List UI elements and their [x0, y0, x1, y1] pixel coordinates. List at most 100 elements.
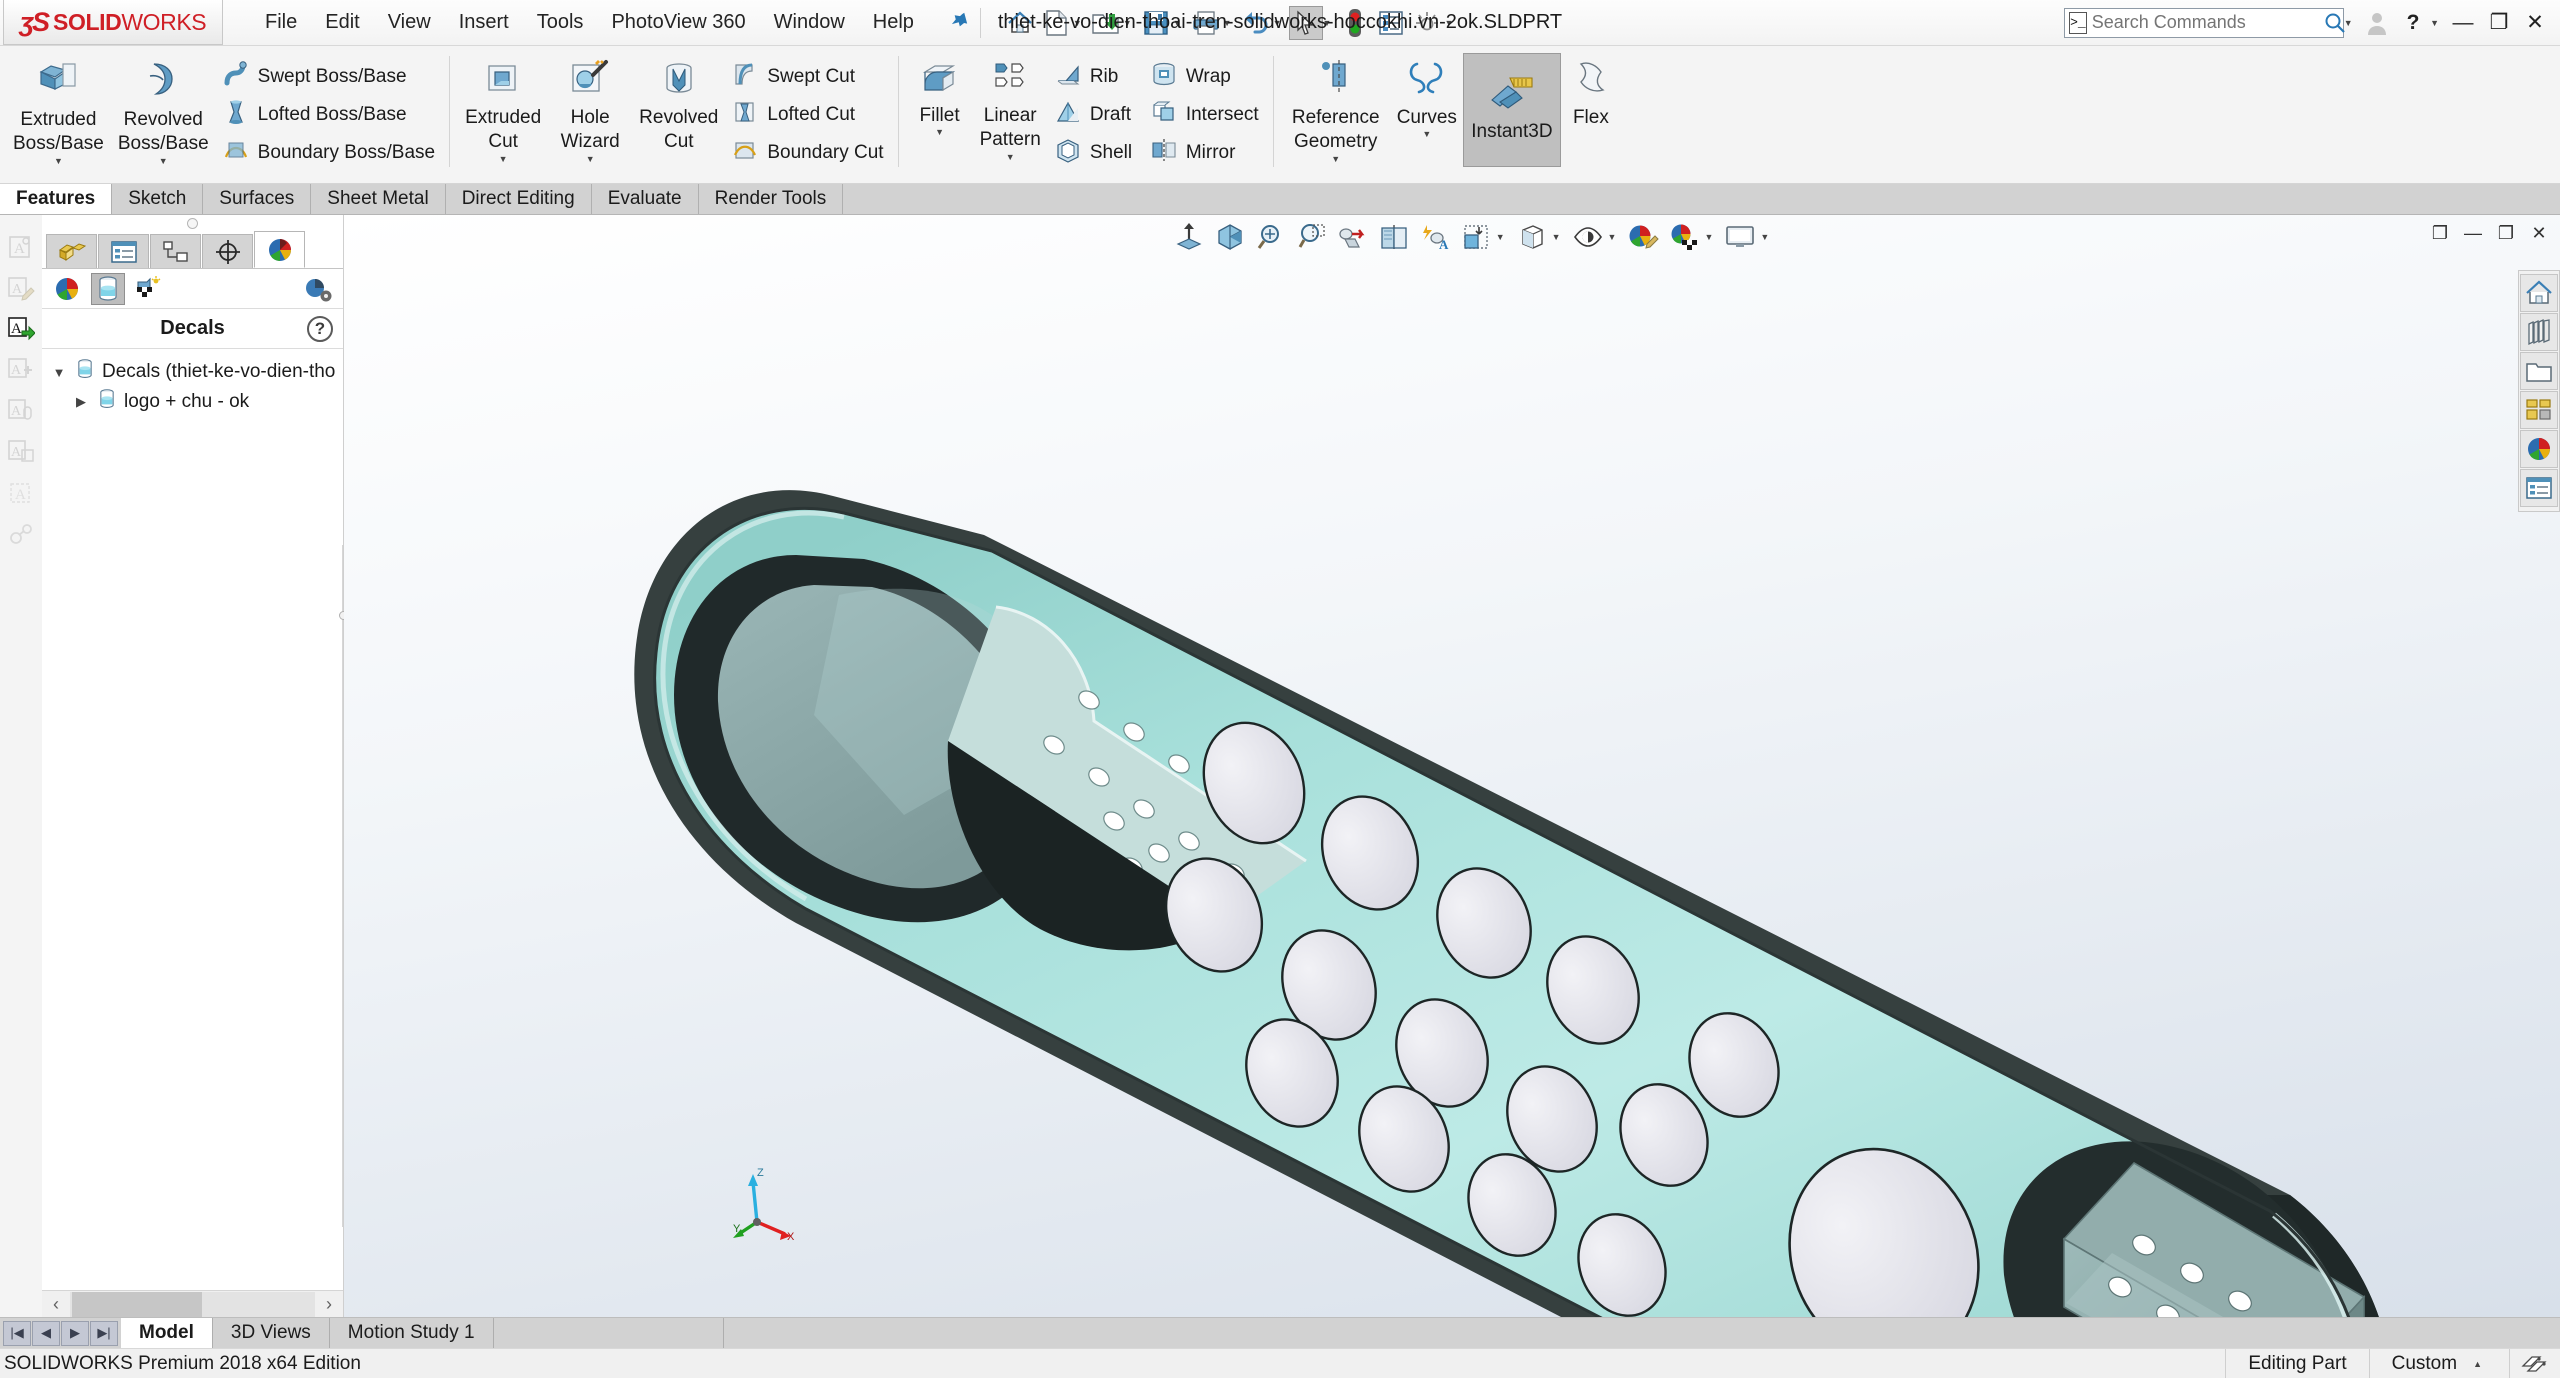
open-folder-icon[interactable]: [1089, 6, 1123, 40]
edit-appearance-icon[interactable]: [1624, 219, 1662, 255]
display-options-gear-icon[interactable]: [301, 273, 335, 305]
intersect-button[interactable]: Intersect: [1144, 96, 1265, 134]
custom-properties-icon[interactable]: [2520, 469, 2558, 507]
view-orientation-icon[interactable]: [1375, 219, 1413, 255]
user-account-icon[interactable]: [2360, 7, 2394, 39]
chevron-right-icon[interactable]: ▶: [72, 394, 90, 410]
file-explorer-icon[interactable]: [2520, 352, 2558, 390]
dimxpert-manager-tab[interactable]: [202, 234, 253, 268]
scroll-right-icon[interactable]: ›: [315, 1292, 343, 1317]
chevron-down-icon[interactable]: ▼: [1006, 152, 1015, 162]
lofted-boss-base-button[interactable]: Lofted Boss/Base: [216, 96, 441, 134]
apply-scene-icon[interactable]: [1665, 219, 1703, 255]
graphics-restore-small-button[interactable]: ❐: [2425, 219, 2455, 247]
reference-geometry-button[interactable]: Reference Geometry ▼: [1282, 54, 1390, 166]
tree-item-decals-root[interactable]: ▼ Decals (thiet-ke-vo-dien-tho: [42, 357, 343, 387]
appearance-link-icon[interactable]: [5, 518, 37, 550]
appearance-new-icon[interactable]: A: [5, 231, 37, 263]
wrap-button[interactable]: Wrap: [1144, 58, 1265, 96]
chevron-down-icon[interactable]: ▼: [1173, 18, 1182, 28]
shell-button[interactable]: Shell: [1048, 134, 1144, 172]
draft-button[interactable]: Draft: [1048, 96, 1144, 134]
instant3d-button[interactable]: Instant3D: [1462, 53, 1561, 167]
appearance-save-icon[interactable]: A: [5, 436, 37, 468]
view-settings-cube-icon[interactable]: [1457, 219, 1495, 255]
scene-lights-camera-button[interactable]: [132, 273, 166, 305]
menu-item-photoview360[interactable]: PhotoView 360: [597, 5, 759, 40]
chevron-down-icon[interactable]: ▼: [1444, 18, 1453, 28]
mirror-button[interactable]: Mirror: [1144, 134, 1265, 172]
apply-scene-lightning-icon[interactable]: A: [1416, 219, 1454, 255]
display-manager-tab[interactable]: [254, 231, 305, 268]
search-input[interactable]: [2091, 12, 2324, 33]
chevron-down-icon[interactable]: ▼: [50, 365, 68, 380]
chevron-down-icon[interactable]: ▼: [1273, 18, 1282, 28]
previous-icon[interactable]: ◀: [32, 1320, 60, 1346]
design-library-icon[interactable]: [2520, 313, 2558, 351]
search-commands-box[interactable]: >_ ▼: [2064, 7, 2353, 38]
bottom-tab-3d-views[interactable]: 3D Views: [213, 1318, 330, 1348]
model-3d-view[interactable]: [344, 255, 2560, 1317]
lofted-cut-button[interactable]: Lofted Cut: [725, 96, 889, 134]
next-icon[interactable]: ▶: [61, 1320, 89, 1346]
graphics-close-button[interactable]: ✕: [2524, 219, 2554, 247]
curves-button[interactable]: Curves ▼: [1390, 54, 1464, 141]
display-style-icon[interactable]: [1513, 219, 1551, 255]
chevron-down-icon[interactable]: ▼: [1760, 232, 1769, 242]
bottom-tab-model[interactable]: Model: [121, 1318, 213, 1348]
property-manager-tab[interactable]: [98, 234, 149, 268]
tab-direct-editing[interactable]: Direct Editing: [446, 184, 592, 214]
chevron-down-icon[interactable]: ▼: [1704, 232, 1713, 242]
tree-item-logo-chu-ok[interactable]: ▶ logo + chu - ok: [42, 387, 343, 417]
tab-evaluate[interactable]: Evaluate: [592, 184, 699, 214]
chevron-down-icon[interactable]: ▼: [159, 156, 168, 166]
view-palette-icon[interactable]: [2520, 391, 2558, 429]
scrollbar-thumb[interactable]: [72, 1291, 202, 1317]
scroll-left-icon[interactable]: ‹: [42, 1292, 70, 1317]
menu-item-view[interactable]: View: [374, 5, 445, 40]
menu-item-file[interactable]: File: [251, 5, 311, 40]
appearance-add-icon[interactable]: A: [5, 354, 37, 386]
decals-button[interactable]: [91, 272, 125, 305]
search-icon[interactable]: [2324, 12, 2346, 34]
home-icon[interactable]: [1003, 6, 1037, 40]
chevron-down-icon[interactable]: ▼: [2430, 18, 2439, 28]
swept-cut-button[interactable]: Swept Cut: [725, 58, 889, 96]
appearance-light-icon[interactable]: A: [5, 477, 37, 509]
minimize-button[interactable]: —: [2446, 7, 2480, 39]
boundary-boss-base-button[interactable]: Boundary Boss/Base: [216, 134, 441, 172]
chevron-down-icon[interactable]: ▼: [586, 154, 595, 164]
close-button[interactable]: ✕: [2518, 7, 2552, 39]
appearances-scenes-decals-icon[interactable]: [2520, 430, 2558, 468]
menu-item-insert[interactable]: Insert: [445, 5, 523, 40]
graphics-maximize-button[interactable]: ❐: [2491, 219, 2521, 247]
tags-icon[interactable]: [2509, 1348, 2560, 1378]
restore-button[interactable]: ❐: [2482, 7, 2516, 39]
help-question-icon[interactable]: ?: [307, 315, 333, 342]
appearance-scroll-icon[interactable]: A: [5, 395, 37, 427]
status-units[interactable]: Custom ▲: [2368, 1348, 2509, 1378]
chevron-down-icon[interactable]: ▼: [1422, 129, 1431, 139]
chevron-down-icon[interactable]: ▼: [1608, 232, 1617, 242]
rebuild-traffic-light-icon[interactable]: [1338, 6, 1372, 40]
graphics-minimize-button[interactable]: —: [2458, 219, 2488, 247]
menu-item-tools[interactable]: Tools: [523, 5, 598, 40]
first-icon[interactable]: |◀: [3, 1320, 31, 1346]
previous-view-isometric-icon[interactable]: [1211, 219, 1249, 255]
chevron-down-icon[interactable]: ▼: [2344, 18, 2353, 28]
linear-pattern-button[interactable]: Linear Pattern ▼: [973, 54, 1048, 164]
chevron-down-icon[interactable]: ▼: [1223, 18, 1232, 28]
appearances-globe-button[interactable]: [50, 273, 84, 305]
fillet-button[interactable]: Fillet ▼: [907, 54, 973, 139]
bottom-tab-motion-study-1[interactable]: Motion Study 1: [330, 1318, 494, 1348]
select-cursor-icon[interactable]: [1288, 5, 1323, 40]
rib-button[interactable]: Rib: [1048, 58, 1144, 96]
file-properties-icon[interactable]: [1374, 6, 1408, 40]
revolved-boss-base-button[interactable]: Revolved Boss/Base ▼: [111, 54, 216, 168]
chevron-down-icon[interactable]: ▼: [1331, 154, 1340, 164]
chevron-up-icon[interactable]: ▲: [2473, 1359, 2482, 1369]
tab-render-tools[interactable]: Render Tools: [699, 184, 844, 214]
chevron-down-icon[interactable]: ▼: [935, 127, 944, 137]
section-view-icon[interactable]: [1334, 219, 1372, 255]
chevron-down-icon[interactable]: ▼: [1552, 232, 1561, 242]
